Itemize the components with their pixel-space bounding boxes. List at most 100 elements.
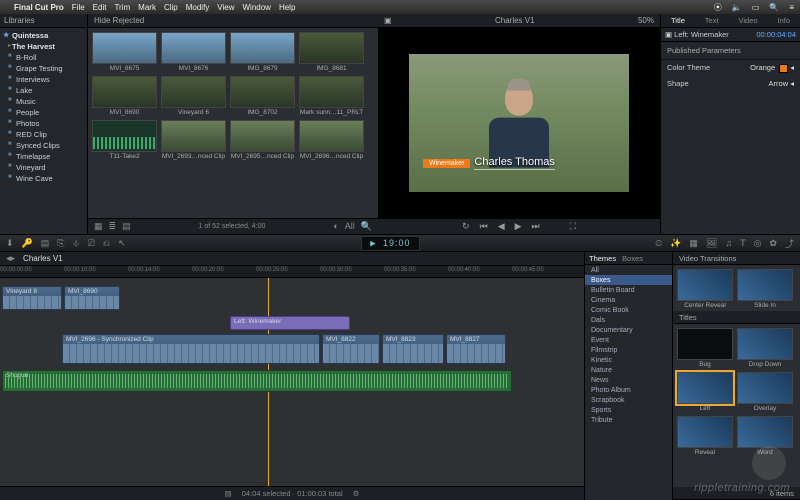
collection-lake[interactable]: Lake (2, 85, 87, 96)
menu-help[interactable]: Help (279, 3, 295, 12)
primary-clip[interactable]: MVI_2696 - Synchronized Clip (62, 334, 320, 364)
library-root[interactable]: Quintessa (2, 30, 87, 41)
fx-item[interactable]: Drop Down (737, 328, 793, 368)
browser-clip[interactable]: MVI_2693…nced Clip (161, 120, 226, 160)
photos-icon[interactable]: 🖼 (706, 238, 717, 249)
param-value[interactable]: Arrow ◂ (769, 79, 794, 88)
fullscreen-icon[interactable]: ⛶ (570, 221, 576, 232)
effects-category[interactable]: All (585, 265, 672, 275)
search-icon[interactable]: 🔍 (361, 221, 372, 232)
themes-icon[interactable]: ✿ (769, 238, 777, 249)
fx-item[interactable]: Overlay (737, 372, 793, 412)
effects-category[interactable]: Kinetic (585, 355, 672, 365)
param-color-theme[interactable]: Color Theme Orange ◂ (661, 60, 800, 76)
fx-item[interactable]: Reveal (677, 416, 733, 456)
retime-icon[interactable]: ⏲ (655, 238, 662, 249)
effects-category[interactable]: Tribute (585, 415, 672, 425)
wifi-icon[interactable]: ⦿ (714, 2, 722, 13)
timeline-project-name[interactable]: Charles V1 (23, 254, 63, 263)
menu-view[interactable]: View (217, 3, 234, 12)
app-name[interactable]: Final Cut Pro (14, 3, 64, 12)
library-event[interactable]: The Harvest (2, 41, 87, 52)
collection-synced-clips[interactable]: Synced Clips (2, 140, 87, 151)
browser-clip[interactable]: IMG_8702 (230, 76, 295, 116)
effects-category[interactable]: Comic Book (585, 305, 672, 315)
effects-icon[interactable]: ▦ (689, 238, 698, 249)
spotlight-icon[interactable]: 🔍 (769, 3, 779, 12)
play-back-icon[interactable]: ◀ (498, 221, 505, 232)
music-icon[interactable]: ♫ (725, 238, 732, 248)
collection-grape-testing[interactable]: Grape Testing (2, 63, 87, 74)
inspector-tab-title[interactable]: Title (671, 16, 685, 25)
menu-extras-icon[interactable]: ≡ (789, 3, 794, 12)
collection-people[interactable]: People (2, 107, 87, 118)
effects-category[interactable]: Documentary (585, 325, 672, 335)
next-edit-icon[interactable]: ⏭ (532, 221, 540, 232)
fx-item[interactable]: Slide In (737, 269, 793, 309)
effects-category[interactable]: Photo Album (585, 385, 672, 395)
effects-category[interactable]: Cinema (585, 295, 672, 305)
browser-clip[interactable]: Vineyard 6 (161, 76, 226, 116)
fx-item[interactable]: Left (677, 372, 733, 412)
skim-icon[interactable]: ◐ (333, 221, 338, 232)
connected-clip[interactable]: Vineyard 8 (2, 286, 62, 310)
effects-category[interactable]: Boxes (585, 275, 672, 285)
timeline-back-icon[interactable]: ◂▸ (6, 253, 15, 264)
menu-window[interactable]: Window (243, 3, 271, 12)
browser-clip[interactable]: MVI_8676 (161, 32, 226, 72)
browser-clip[interactable]: MVI_2696…nced Clip (299, 120, 364, 160)
browser-clip[interactable]: Mark sunn…11_PRLT (299, 76, 364, 116)
collection-timelapse[interactable]: Timelapse (2, 151, 87, 162)
browser-clip[interactable]: MVI_8690 (92, 76, 157, 116)
menu-mark[interactable]: Mark (138, 3, 156, 12)
effects-category[interactable]: Event (585, 335, 672, 345)
insert-icon[interactable]: ⎀ (72, 238, 79, 249)
play-icon[interactable]: ▶ (515, 221, 522, 232)
list-view-icon[interactable]: ≣ (109, 221, 117, 232)
browser-all-label[interactable]: All (345, 221, 355, 232)
collection-red-clip[interactable]: RED Clip (2, 129, 87, 140)
loop-icon[interactable]: ↻ (462, 221, 470, 232)
effects-category[interactable]: Filmstrip (585, 345, 672, 355)
angle-icon[interactable]: ▣ (384, 16, 392, 25)
primary-clip[interactable]: MVI_8823 (382, 334, 444, 364)
overwrite-icon[interactable]: ⎌ (103, 238, 110, 249)
viewer-zoom[interactable]: 50% (638, 16, 654, 25)
browser-clip[interactable]: MVI_2695…nced Clip (230, 120, 295, 160)
title-clip[interactable]: Left: Winemaker (230, 316, 350, 330)
audio-clip[interactable]: Shogun (2, 370, 512, 392)
inspector-tab-video[interactable]: Video (739, 16, 758, 25)
effects-tab-themes[interactable]: Themes (589, 254, 616, 263)
prev-edit-icon[interactable]: ⏮ (480, 221, 488, 232)
filmstrip-view-icon[interactable]: ▦ (94, 221, 103, 232)
clip-appearance-icon[interactable]: ▤ (122, 221, 131, 232)
collection-wine-cave[interactable]: Wine Cave (2, 173, 87, 184)
param-value[interactable]: Orange ◂ (750, 63, 794, 73)
effects-category[interactable]: Dals (585, 315, 672, 325)
timeline-ruler[interactable]: 00:00:00:0000:00:10:0000:00:14:0000:00:2… (0, 266, 584, 278)
titles-icon[interactable]: T (740, 238, 746, 248)
lower-third[interactable]: Winemaker Charles Thomas (423, 156, 555, 170)
browser-clip[interactable]: IMG_8681 (299, 32, 364, 72)
arrow-tool-icon[interactable]: ↖ (118, 238, 126, 249)
inspector-tab-text[interactable]: Text (705, 16, 719, 25)
timeline-tracks[interactable]: Vineyard 8MVI_8690 Left: Winemaker MVI_2… (0, 278, 584, 486)
fx-item[interactable]: Bug (677, 328, 733, 368)
battery-icon[interactable]: ▭ (752, 3, 760, 12)
inspector-tab-info[interactable]: Info (777, 16, 790, 25)
keyword-icon[interactable]: 🔑 (22, 238, 33, 249)
import-icon[interactable]: ⬇ (6, 238, 14, 249)
viewer-canvas[interactable]: Winemaker Charles Thomas (378, 28, 660, 218)
effects-category[interactable]: Sports (585, 405, 672, 415)
fx-item[interactable]: Center Reveal (677, 269, 733, 309)
append-icon[interactable]: ⎚ (88, 238, 95, 249)
effects-category[interactable]: News (585, 375, 672, 385)
browser-filter[interactable]: Hide Rejected (88, 14, 378, 28)
connect-icon[interactable]: ⎘ (57, 238, 64, 249)
effects-tab-boxes[interactable]: Boxes (622, 254, 643, 263)
timeline-index-icon[interactable]: ▤ (225, 489, 232, 498)
collection-b-roll[interactable]: B-Roll (2, 52, 87, 63)
collection-music[interactable]: Music (2, 96, 87, 107)
browser-clip[interactable]: T11-Take2 (92, 120, 157, 160)
volume-icon[interactable]: 🔈 (732, 3, 742, 12)
